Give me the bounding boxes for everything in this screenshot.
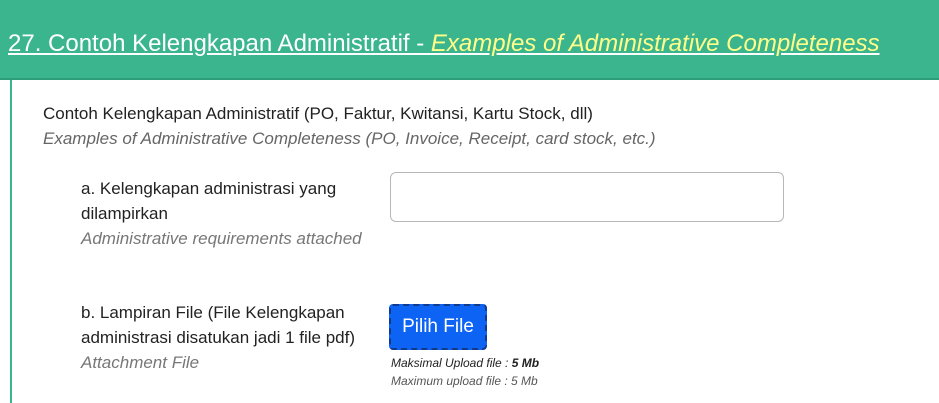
field-b-label-id: b. Lampiran File (File Kelengkapan admin… bbox=[81, 303, 356, 347]
header-title-id: 27. Contoh Kelengkapan Administratif - bbox=[8, 30, 431, 57]
max-upload-value: 5 Mb bbox=[511, 356, 540, 370]
field-b-label-en: Attachment File bbox=[81, 353, 200, 372]
section-title: Contoh Kelengkapan Administratif (PO, Fa… bbox=[43, 104, 593, 123]
left-border bbox=[10, 80, 12, 403]
form-page: 27. Contoh Kelengkapan Administratif - E… bbox=[0, 0, 939, 403]
field-b-label: b. Lampiran File (File Kelengkapan admin… bbox=[81, 300, 371, 375]
field-a-label-id: a. Kelengkapan administrasi yang dilampi… bbox=[81, 179, 337, 223]
max-upload-note-en: Maximum upload file : 5 Mb bbox=[391, 374, 538, 388]
section-subtitle: Examples of Administrative Completeness … bbox=[43, 129, 656, 148]
header-title-en: Examples of Administrative Completeness bbox=[430, 30, 880, 57]
choose-file-button[interactable]: Pilih File bbox=[389, 304, 487, 350]
header-title: 27. Contoh Kelengkapan Administratif - E… bbox=[8, 29, 880, 59]
field-a-label: a. Kelengkapan administrasi yang dilampi… bbox=[81, 176, 371, 251]
administrative-requirements-input[interactable] bbox=[390, 172, 784, 222]
max-upload-prefix: Maksimal Upload file : bbox=[391, 356, 512, 370]
field-a-label-en: Administrative requirements attached bbox=[81, 229, 362, 248]
max-upload-note: Maksimal Upload file : 5 Mb bbox=[391, 356, 539, 370]
section-header: 27. Contoh Kelengkapan Administratif - E… bbox=[0, 0, 939, 80]
